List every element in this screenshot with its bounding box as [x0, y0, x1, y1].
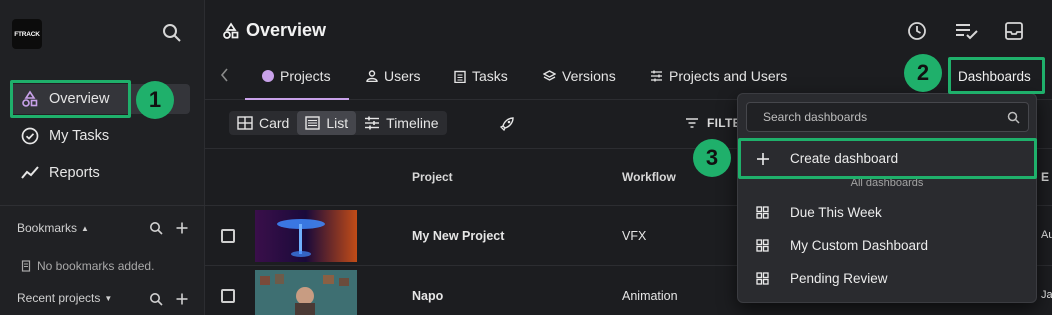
projects-dot-icon: [262, 70, 274, 82]
dashboard-item-pending-review[interactable]: Pending Review: [738, 262, 1036, 295]
page-title: Overview: [222, 20, 326, 41]
bookmark-icon: [21, 260, 32, 272]
clock-icon[interactable]: [907, 21, 927, 41]
callout-badge-1: 1: [136, 81, 174, 119]
search-icon: [1007, 111, 1020, 124]
ftrack-logo[interactable]: FTRACK: [12, 19, 42, 49]
search-icon[interactable]: [162, 23, 182, 43]
callout-highlight-create-dashboard: [738, 138, 1037, 179]
row-checkbox[interactable]: [221, 289, 235, 303]
sidebar-item-my-tasks[interactable]: My Tasks: [10, 121, 190, 151]
add-recent-icon[interactable]: [175, 292, 189, 306]
recent-search-icon[interactable]: [149, 292, 163, 306]
tab-tasks[interactable]: Tasks: [454, 68, 508, 84]
shapes-icon: [222, 21, 240, 40]
recent-projects-header[interactable]: Recent projects ▼: [17, 291, 112, 305]
user-icon: [366, 70, 378, 82]
tab-projects[interactable]: Projects: [262, 68, 331, 84]
dashboard-item-due-this-week[interactable]: Due This Week: [738, 196, 1036, 229]
bookmark-search-icon[interactable]: [149, 221, 163, 235]
project-workflow: VFX: [622, 229, 647, 243]
caret-down-icon: ▼: [104, 293, 113, 303]
project-thumbnail[interactable]: [255, 270, 357, 315]
row-checkbox[interactable]: [221, 229, 235, 243]
sidebar-divider: [0, 205, 205, 206]
dashboard-icon: [756, 206, 769, 219]
timeline-view-button[interactable]: Timeline: [356, 111, 446, 135]
tab-users[interactable]: Users: [366, 68, 421, 84]
inbox-icon[interactable]: [1004, 21, 1024, 41]
dashboard-icon: [756, 239, 769, 252]
filter-icon: [685, 118, 699, 128]
column-header-project[interactable]: Project: [412, 170, 453, 184]
list-view-button[interactable]: List: [297, 111, 357, 135]
sliders-icon: [650, 70, 663, 82]
rocket-icon[interactable]: [499, 116, 515, 132]
tab-versions[interactable]: Versions: [543, 68, 616, 84]
sidebar-item-label: Reports: [49, 165, 100, 181]
list-icon: [305, 116, 321, 130]
dashboard-search-input[interactable]: Search dashboards: [746, 102, 1029, 132]
view-switcher: Card List Timeline: [229, 111, 447, 135]
dashboard-item-my-custom-dashboard[interactable]: My Custom Dashboard: [738, 229, 1036, 262]
cell-cut: Ja: [1041, 289, 1052, 301]
active-tab-indicator: [245, 98, 349, 100]
add-bookmark-icon[interactable]: [175, 221, 189, 235]
grid-icon: [237, 116, 253, 130]
chevron-left-icon[interactable]: [220, 68, 230, 82]
dashboard-icon: [756, 272, 769, 285]
trend-icon: [21, 164, 39, 182]
project-name[interactable]: My New Project: [412, 229, 504, 243]
cell-cut: Au: [1041, 229, 1052, 241]
task-list-icon[interactable]: [955, 21, 979, 41]
check-circle-icon: [21, 127, 39, 145]
layers-icon: [543, 69, 556, 83]
project-name[interactable]: Napo: [412, 289, 443, 303]
timeline-icon: [364, 116, 380, 130]
callout-highlight-overview: [10, 80, 131, 118]
bookmarks-empty: No bookmarks added.: [21, 259, 154, 273]
tab-projects-and-users[interactable]: Projects and Users: [650, 68, 787, 84]
caret-up-icon: ▲: [81, 223, 89, 233]
sidebar-item-label: My Tasks: [49, 128, 110, 144]
card-view-button[interactable]: Card: [229, 111, 297, 135]
callout-badge-3: 3: [693, 139, 731, 177]
callout-highlight-dashboards: [948, 57, 1045, 94]
project-workflow: Animation: [622, 289, 678, 303]
sidebar-item-reports[interactable]: Reports: [10, 158, 190, 188]
project-thumbnail[interactable]: [255, 210, 357, 262]
dashboards-dropdown: Search dashboards Create dashboard All d…: [737, 93, 1037, 303]
bookmarks-header[interactable]: Bookmarks ▲: [17, 221, 89, 235]
column-header-cut[interactable]: E: [1041, 170, 1049, 184]
filter-button[interactable]: FILTE: [685, 116, 741, 130]
callout-badge-2: 2: [904, 54, 942, 92]
clipboard-icon: [454, 70, 466, 83]
column-header-workflow[interactable]: Workflow: [622, 170, 676, 184]
